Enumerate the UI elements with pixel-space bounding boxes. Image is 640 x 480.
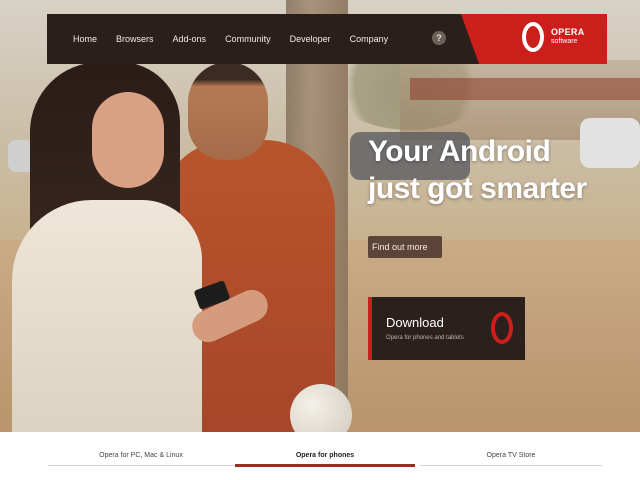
tab-underline: [420, 465, 602, 466]
nav-item-browsers[interactable]: Browsers: [116, 34, 154, 44]
brand-subtitle: software: [551, 38, 578, 45]
download-accent-bar: [368, 297, 372, 360]
brand-name: OPERA: [551, 27, 585, 37]
man-head: [188, 62, 268, 160]
opera-logo[interactable]: OPERA software: [450, 14, 607, 64]
top-navigation: Home Browsers Add-ons Community Develope…: [47, 14, 607, 64]
opera-o-icon: [522, 22, 544, 52]
help-icon[interactable]: ?: [432, 31, 446, 45]
nav-item-addons[interactable]: Add-ons: [173, 34, 207, 44]
tab-phones[interactable]: Opera for phones: [235, 452, 415, 459]
find-out-more-button[interactable]: Find out more: [368, 236, 442, 258]
background-roof: [410, 78, 640, 100]
woman-top: [12, 200, 202, 432]
hero-photo: [0, 0, 640, 432]
nav-item-home[interactable]: Home: [73, 34, 97, 44]
opera-o-icon: [491, 312, 513, 344]
hero-headline: Your Android just got smarter: [368, 133, 587, 207]
tab-pc-mac-linux[interactable]: Opera for PC, Mac & Linux: [48, 452, 234, 459]
tab-tv-store[interactable]: Opera TV Store: [420, 452, 602, 459]
nav-item-company[interactable]: Company: [350, 34, 389, 44]
tab-underline-active: [235, 464, 415, 467]
logo-wedge: [450, 14, 480, 64]
download-subtitle: Opera for phones and tablets: [386, 335, 464, 341]
nav-item-community[interactable]: Community: [225, 34, 271, 44]
download-title: Download: [386, 315, 444, 330]
download-button[interactable]: Download Opera for phones and tablets: [368, 297, 525, 360]
woman-face: [92, 92, 164, 188]
nav-menu: Home Browsers Add-ons Community Develope…: [73, 14, 407, 64]
tab-underline: [48, 465, 234, 466]
background-car: [580, 118, 640, 168]
headline-line-1: Your Android: [368, 135, 551, 168]
product-tabs: Opera for PC, Mac & Linux Opera for phon…: [0, 432, 640, 480]
headline-line-2: just got smarter: [368, 172, 587, 205]
nav-item-developer[interactable]: Developer: [290, 34, 331, 44]
